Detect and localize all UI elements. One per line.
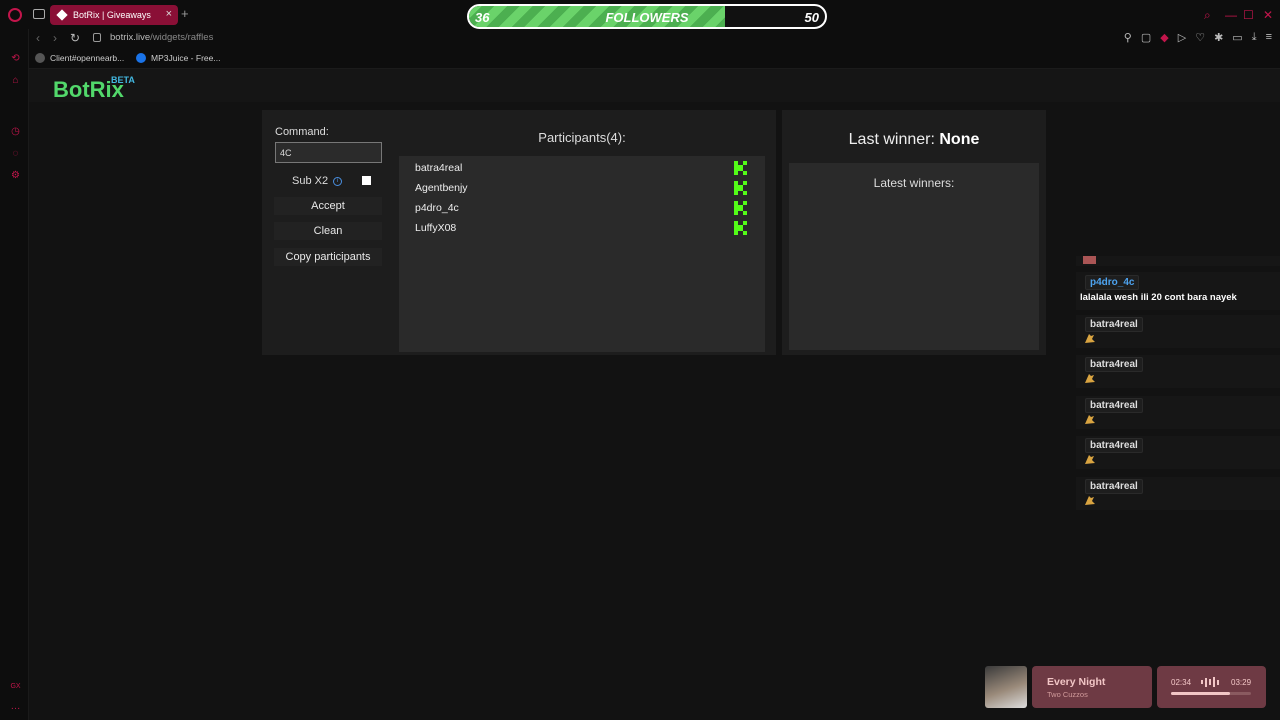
track-artist: Two Cuzzos — [1047, 690, 1088, 699]
back-icon[interactable]: ‹ — [36, 31, 40, 45]
search-tabs-icon[interactable]: ⌕ — [1204, 8, 1211, 23]
reload-icon[interactable]: ↻ — [70, 31, 80, 45]
close-tab-icon[interactable]: × — [166, 8, 172, 20]
participant-name: p4dro_4c — [415, 202, 459, 214]
latest-winners-label: Latest winners: — [873, 176, 955, 190]
accept-button[interactable]: Accept — [274, 197, 382, 215]
extensions-icon[interactable]: ✱ — [1214, 31, 1223, 44]
sub-x2-row: Sub X2 i — [292, 175, 343, 187]
bookmark-item[interactable]: MP3Juice - Free... — [136, 53, 220, 63]
command-label: Command: — [275, 126, 329, 138]
track-title: Every Night — [1047, 676, 1106, 688]
participant-name: Agentbenjy — [415, 182, 468, 194]
bookmark-favicon-icon — [136, 53, 146, 63]
emote-icon — [1085, 334, 1095, 343]
followers-goal: 50 — [804, 10, 819, 25]
kick-platform-icon — [734, 181, 747, 195]
beta-badge: BETA — [111, 75, 135, 85]
sub-x2-label: Sub X2 — [292, 175, 329, 187]
followers-label: FOLLOWERS — [605, 10, 689, 25]
app-header: BotRix BETA — [29, 69, 1280, 102]
chat-username[interactable]: batra4real — [1085, 479, 1143, 494]
sub-x2-checkbox[interactable] — [362, 176, 371, 185]
emote-icon — [1085, 415, 1095, 424]
wallet-icon[interactable]: ▭ — [1232, 31, 1242, 44]
chat-username[interactable]: p4dro_4c — [1085, 275, 1140, 290]
bookmark-item[interactable]: Client#opennearb... — [35, 53, 124, 63]
audio-wave-icon — [1201, 677, 1221, 687]
elapsed-time: 02:34 — [1171, 678, 1192, 687]
chat-username[interactable]: batra4real — [1085, 438, 1143, 453]
chat-row — [1076, 256, 1280, 266]
kick-platform-icon — [734, 161, 747, 175]
chat-message: lalalala wesh ili 20 cont bara nayek — [1080, 292, 1237, 303]
info-icon[interactable]: i — [333, 176, 343, 186]
chat-username[interactable]: batra4real — [1085, 398, 1143, 413]
kick-platform-icon — [734, 201, 747, 215]
sidebar-sync-icon[interactable]: ⟲ — [10, 53, 21, 64]
bookmarks-bar: Client#opennearb... MP3Juice - Free... — [29, 49, 1280, 69]
forward-icon[interactable]: › — [53, 31, 57, 45]
participant-name: LuffyX08 — [415, 222, 457, 234]
participant-name: batra4real — [415, 162, 463, 174]
clean-button[interactable]: Clean — [274, 222, 382, 240]
address-bar: ‹ › ↻ botrix.live/widgets/raffles ⚲ ▢ ◆ … — [29, 29, 1280, 49]
botrix-logo[interactable]: BotRix BETA — [53, 75, 135, 103]
latest-winners-box — [789, 163, 1039, 350]
snapshot-icon[interactable]: ▢ — [1141, 31, 1151, 44]
playback-progress[interactable] — [1171, 692, 1251, 695]
sidebar-gx-icon[interactable]: GX — [10, 681, 21, 692]
sidebar-settings-icon[interactable]: ⚙ — [10, 170, 21, 181]
total-time: 03:29 — [1231, 678, 1252, 687]
emote-icon — [1085, 374, 1095, 383]
opera-logo-icon[interactable] — [8, 8, 22, 22]
botrix-favicon-icon — [56, 9, 68, 21]
last-winner-label: Last winner: — [848, 131, 935, 148]
emote-icon — [1085, 455, 1095, 464]
lock-icon[interactable] — [93, 33, 101, 42]
toolbar-icons: ⚲ ▢ ◆ ▷ ♡ ✱ ▭ ⤓ ≡ — [1124, 31, 1272, 44]
url-field[interactable]: botrix.live/widgets/raffles — [110, 32, 213, 43]
command-input[interactable] — [275, 142, 382, 163]
emote-icon — [1083, 256, 1096, 264]
sidebar-home-icon[interactable]: ⌂ — [10, 75, 21, 86]
shield-icon[interactable]: ◆ — [1160, 31, 1168, 44]
bookmark-favicon-icon — [35, 53, 45, 63]
new-tab-button[interactable]: + — [181, 6, 189, 21]
url-path: /widgets/raffles — [150, 32, 214, 43]
play-icon[interactable]: ▷ — [1178, 31, 1186, 44]
followers-goal-bar: 36 FOLLOWERS 50 — [467, 4, 827, 29]
last-winner-heading: Last winner: None — [782, 131, 1046, 149]
playback-progress-fill — [1171, 692, 1231, 695]
chat-username[interactable]: batra4real — [1085, 357, 1143, 372]
tab-island-icon[interactable] — [33, 9, 45, 19]
tab-title: BotRix | Giveaways — [73, 10, 151, 20]
emote-icon — [1085, 496, 1095, 505]
participants-title: Participants(4): — [538, 130, 626, 145]
heart-icon[interactable]: ♡ — [1195, 31, 1205, 44]
close-window-icon[interactable]: ✕ — [1263, 8, 1273, 22]
pin-icon[interactable]: ⚲ — [1124, 31, 1132, 44]
browser-sidebar: ⟲ ⌂ ◷ ◌ ⚙ GX … — [0, 29, 29, 720]
sidebar-history-icon[interactable]: ◷ — [10, 126, 21, 137]
active-tab[interactable]: BotRix | Giveaways × — [50, 5, 178, 25]
copy-participants-button[interactable]: Copy participants — [274, 248, 382, 266]
sidebar-more-icon[interactable]: … — [10, 701, 21, 712]
menu-icon[interactable]: ≡ — [1266, 31, 1272, 44]
url-host: botrix.live — [110, 32, 151, 43]
kick-platform-icon — [734, 221, 747, 235]
minimize-icon[interactable]: — — [1225, 8, 1237, 22]
playback-card — [1157, 666, 1266, 708]
download-icon[interactable]: ⤓ — [1252, 31, 1257, 44]
chat-username[interactable]: batra4real — [1085, 317, 1143, 332]
sidebar-messenger-icon[interactable]: ◌ — [10, 148, 21, 159]
album-art — [985, 666, 1027, 708]
maximize-icon[interactable]: ☐ — [1243, 8, 1254, 22]
last-winner-value: None — [939, 131, 980, 148]
